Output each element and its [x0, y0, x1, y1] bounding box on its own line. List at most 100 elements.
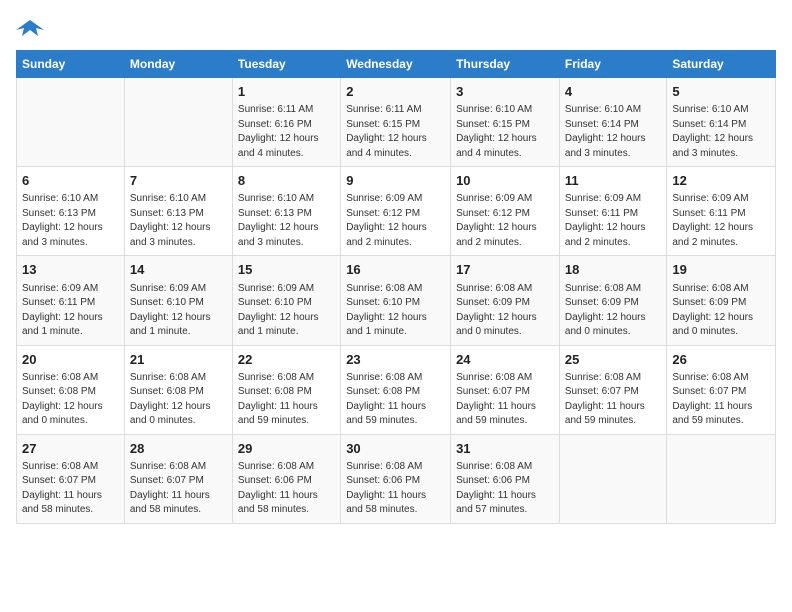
calendar-cell: 29 Sunrise: 6:08 AM Sunset: 6:06 PM Dayli…: [232, 434, 340, 523]
day-number: 14: [130, 261, 227, 279]
header-day-wednesday: Wednesday: [341, 51, 451, 78]
day-info: Sunrise: 6:09 AM Sunset: 6:11 PM Dayligh…: [565, 192, 661, 250]
calendar-cell: 2 Sunrise: 6:11 AM Sunset: 6:15 PM Daylig…: [341, 78, 451, 167]
day-info: Sunrise: 6:08 AM Sunset: 6:06 PM Dayligh…: [346, 460, 445, 518]
day-info: Sunrise: 6:08 AM Sunset: 6:08 PM Dayligh…: [346, 371, 445, 429]
day-number: 10: [456, 172, 554, 190]
day-number: 7: [130, 172, 227, 190]
calendar-cell: [17, 78, 125, 167]
day-number: 1: [238, 83, 335, 101]
week-row-3: 13 Sunrise: 6:09 AM Sunset: 6:11 PM Dayli…: [17, 256, 776, 345]
day-number: 8: [238, 172, 335, 190]
day-number: 15: [238, 261, 335, 279]
day-number: 24: [456, 351, 554, 369]
calendar-cell: 26 Sunrise: 6:08 AM Sunset: 6:07 PM Dayli…: [667, 345, 776, 434]
day-number: 23: [346, 351, 445, 369]
day-info: Sunrise: 6:08 AM Sunset: 6:09 PM Dayligh…: [672, 282, 770, 340]
day-info: Sunrise: 6:08 AM Sunset: 6:07 PM Dayligh…: [672, 371, 770, 429]
calendar-cell: 30 Sunrise: 6:08 AM Sunset: 6:06 PM Dayli…: [341, 434, 451, 523]
day-number: 28: [130, 440, 227, 458]
calendar-cell: 4Sunrise: 6:10 AM Sunset: 6:14 PM Daylig…: [559, 78, 666, 167]
day-info: Sunrise: 6:09 AM Sunset: 6:11 PM Dayligh…: [22, 282, 119, 340]
day-info: Sunrise: 6:09 AM Sunset: 6:10 PM Dayligh…: [130, 282, 227, 340]
header-day-thursday: Thursday: [451, 51, 560, 78]
header-day-friday: Friday: [559, 51, 666, 78]
week-row-4: 20 Sunrise: 6:08 AM Sunset: 6:08 PM Dayli…: [17, 345, 776, 434]
week-row-5: 27 Sunrise: 6:08 AM Sunset: 6:07 PM Dayli…: [17, 434, 776, 523]
day-number: 5: [672, 83, 770, 101]
header-day-saturday: Saturday: [667, 51, 776, 78]
day-number: 9: [346, 172, 445, 190]
day-info: Sunrise: 6:08 AM Sunset: 6:08 PM Dayligh…: [130, 371, 227, 429]
day-number: 18: [565, 261, 661, 279]
calendar-cell: 20 Sunrise: 6:08 AM Sunset: 6:08 PM Dayli…: [17, 345, 125, 434]
day-number: 26: [672, 351, 770, 369]
calendar-cell: 18 Sunrise: 6:08 AM Sunset: 6:09 PM Dayli…: [559, 256, 666, 345]
day-number: 11: [565, 172, 661, 190]
day-info: Sunrise: 6:09 AM Sunset: 6:12 PM Dayligh…: [456, 192, 554, 250]
day-info: Sunrise: 6:10 AM Sunset: 6:13 PM Dayligh…: [22, 192, 119, 250]
header-row: SundayMondayTuesdayWednesdayThursdayFrid…: [17, 51, 776, 78]
calendar-cell: [667, 434, 776, 523]
header-day-monday: Monday: [124, 51, 232, 78]
calendar-cell: 21 Sunrise: 6:08 AM Sunset: 6:08 PM Dayli…: [124, 345, 232, 434]
calendar-cell: 10 Sunrise: 6:09 AM Sunset: 6:12 PM Dayli…: [451, 167, 560, 256]
day-number: 2: [346, 83, 445, 101]
day-number: 17: [456, 261, 554, 279]
calendar-cell: 15Sunrise: 6:09 AM Sunset: 6:10 PM Dayli…: [232, 256, 340, 345]
calendar-cell: 24 Sunrise: 6:08 AM Sunset: 6:07 PM Dayli…: [451, 345, 560, 434]
day-info: Sunrise: 6:08 AM Sunset: 6:08 PM Dayligh…: [238, 371, 335, 429]
calendar-cell: 27 Sunrise: 6:08 AM Sunset: 6:07 PM Dayli…: [17, 434, 125, 523]
calendar-cell: 28Sunrise: 6:08 AM Sunset: 6:07 PM Dayli…: [124, 434, 232, 523]
calendar-cell: 19 Sunrise: 6:08 AM Sunset: 6:09 PM Dayli…: [667, 256, 776, 345]
calendar-cell: 17Sunrise: 6:08 AM Sunset: 6:09 PM Dayli…: [451, 256, 560, 345]
calendar-cell: 31 Sunrise: 6:08 AM Sunset: 6:06 PM Dayli…: [451, 434, 560, 523]
calendar-cell: 11 Sunrise: 6:09 AM Sunset: 6:11 PM Dayli…: [559, 167, 666, 256]
day-number: 13: [22, 261, 119, 279]
header-day-sunday: Sunday: [17, 51, 125, 78]
day-info: Sunrise: 6:08 AM Sunset: 6:09 PM Dayligh…: [565, 282, 661, 340]
calendar-cell: 9Sunrise: 6:09 AM Sunset: 6:12 PM Daylig…: [341, 167, 451, 256]
calendar-cell: 25 Sunrise: 6:08 AM Sunset: 6:07 PM Dayli…: [559, 345, 666, 434]
calendar-cell: 8 Sunrise: 6:10 AM Sunset: 6:13 PM Daylig…: [232, 167, 340, 256]
day-number: 19: [672, 261, 770, 279]
day-info: Sunrise: 6:10 AM Sunset: 6:14 PM Dayligh…: [565, 103, 661, 161]
week-row-2: 6 Sunrise: 6:10 AM Sunset: 6:13 PM Daylig…: [17, 167, 776, 256]
day-info: Sunrise: 6:11 AM Sunset: 6:16 PM Dayligh…: [238, 103, 335, 161]
day-info: Sunrise: 6:08 AM Sunset: 6:07 PM Dayligh…: [22, 460, 119, 518]
calendar-cell: 16 Sunrise: 6:08 AM Sunset: 6:10 PM Dayli…: [341, 256, 451, 345]
day-number: 3: [456, 83, 554, 101]
logo: [16, 16, 48, 40]
day-info: Sunrise: 6:10 AM Sunset: 6:15 PM Dayligh…: [456, 103, 554, 161]
day-number: 25: [565, 351, 661, 369]
day-number: 16: [346, 261, 445, 279]
calendar-cell: 22 Sunrise: 6:08 AM Sunset: 6:08 PM Dayli…: [232, 345, 340, 434]
calendar-cell: 1 Sunrise: 6:11 AM Sunset: 6:16 PM Daylig…: [232, 78, 340, 167]
day-info: Sunrise: 6:08 AM Sunset: 6:06 PM Dayligh…: [456, 460, 554, 518]
day-number: 27: [22, 440, 119, 458]
day-info: Sunrise: 6:08 AM Sunset: 6:10 PM Dayligh…: [346, 282, 445, 340]
day-info: Sunrise: 6:08 AM Sunset: 6:08 PM Dayligh…: [22, 371, 119, 429]
day-info: Sunrise: 6:08 AM Sunset: 6:07 PM Dayligh…: [456, 371, 554, 429]
day-number: 6: [22, 172, 119, 190]
day-number: 20: [22, 351, 119, 369]
calendar-cell: 12 Sunrise: 6:09 AM Sunset: 6:11 PM Dayli…: [667, 167, 776, 256]
calendar-cell: 6 Sunrise: 6:10 AM Sunset: 6:13 PM Daylig…: [17, 167, 125, 256]
day-number: 31: [456, 440, 554, 458]
calendar-cell: 5Sunrise: 6:10 AM Sunset: 6:14 PM Daylig…: [667, 78, 776, 167]
day-info: Sunrise: 6:10 AM Sunset: 6:13 PM Dayligh…: [238, 192, 335, 250]
week-row-1: 1 Sunrise: 6:11 AM Sunset: 6:16 PM Daylig…: [17, 78, 776, 167]
day-info: Sunrise: 6:09 AM Sunset: 6:11 PM Dayligh…: [672, 192, 770, 250]
day-number: 12: [672, 172, 770, 190]
calendar-cell: 23 Sunrise: 6:08 AM Sunset: 6:08 PM Dayli…: [341, 345, 451, 434]
day-info: Sunrise: 6:08 AM Sunset: 6:07 PM Dayligh…: [565, 371, 661, 429]
header-day-tuesday: Tuesday: [232, 51, 340, 78]
day-info: Sunrise: 6:11 AM Sunset: 6:15 PM Dayligh…: [346, 103, 445, 161]
day-number: 21: [130, 351, 227, 369]
day-number: 22: [238, 351, 335, 369]
day-info: Sunrise: 6:08 AM Sunset: 6:06 PM Dayligh…: [238, 460, 335, 518]
day-number: 30: [346, 440, 445, 458]
logo-icon: [16, 16, 44, 40]
day-number: 29: [238, 440, 335, 458]
calendar-cell: 3 Sunrise: 6:10 AM Sunset: 6:15 PM Daylig…: [451, 78, 560, 167]
